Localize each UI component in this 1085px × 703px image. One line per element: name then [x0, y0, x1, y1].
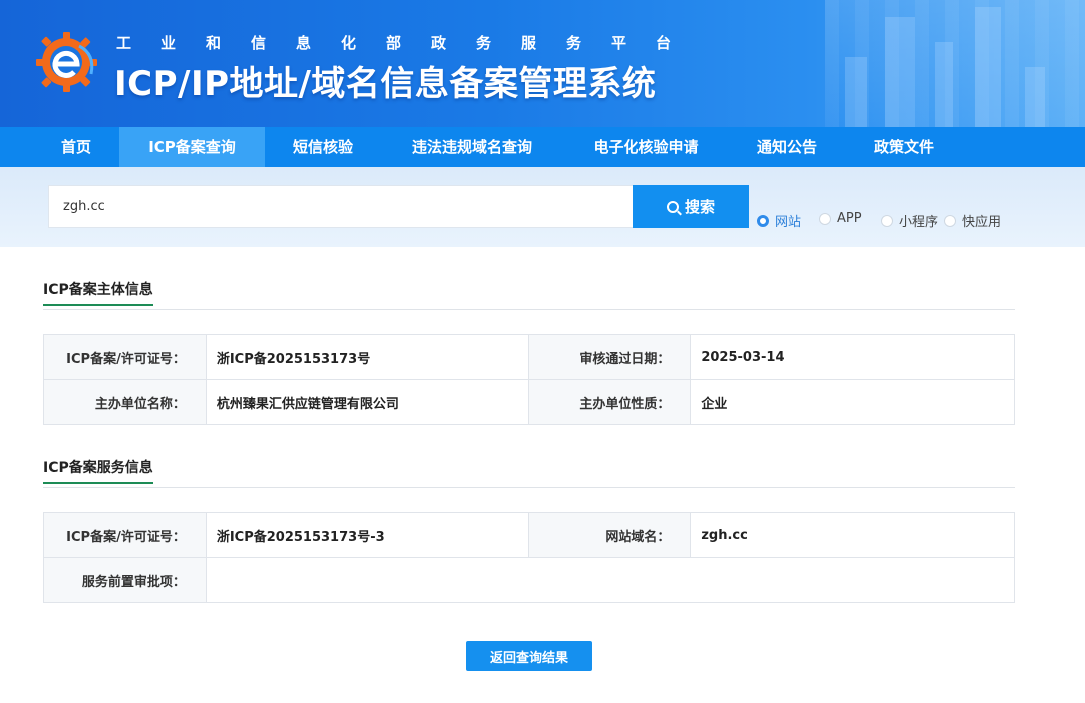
nav-item-sms-verify[interactable]: 短信核验 [290, 127, 356, 167]
search-button-label: 搜索 [684, 198, 715, 216]
subject-info-table: ICP备案/许可证号： 浙ICP备2025153173号 审核通过日期： 202… [43, 334, 1015, 425]
radio-label: 网站 [775, 215, 802, 230]
section-underline [43, 482, 153, 484]
radio-mini-program[interactable]: 小程序 [881, 211, 938, 230]
radio-label: APP [837, 211, 862, 226]
radio-label: 小程序 [899, 215, 939, 230]
site-header: 工业和信息化部政务服务平台 ICP/IP地址/域名信息备案管理系统 [0, 0, 1085, 127]
radio-dot-icon [757, 214, 769, 227]
radio-dot-icon [881, 214, 893, 227]
radio-dot-icon [944, 214, 956, 227]
field-value: zgh.cc [690, 512, 1015, 558]
header-title: ICP/IP地址/域名信息备案管理系统 [114, 64, 657, 104]
nav-item-home[interactable]: 首页 [60, 127, 92, 167]
field-value: 2025-03-14 [690, 334, 1015, 380]
table-row: 服务前置审批项： [43, 557, 1016, 603]
field-value: 浙ICP备2025153173号 [205, 334, 529, 380]
table-row: ICP备案/许可证号： 浙ICP备2025153173号-3 网站域名： zgh… [43, 512, 1015, 558]
radio-app[interactable]: APP [819, 211, 862, 226]
radio-label: 快应用 [962, 215, 1002, 230]
logo-icon [36, 32, 97, 92]
field-label: 服务前置审批项： [43, 557, 207, 603]
section-divider [43, 487, 1015, 488]
field-label: ICP备案/许可证号： [43, 334, 207, 380]
nav-item-announcements[interactable]: 通知公告 [754, 127, 820, 167]
radio-website[interactable]: 网站 [757, 211, 801, 230]
search-icon [666, 200, 679, 213]
table-row: ICP备案/许可证号： 浙ICP备2025153173号 审核通过日期： 202… [43, 334, 1015, 380]
field-label: 主办单位性质： [527, 379, 692, 425]
field-value: 企业 [690, 379, 1015, 425]
section-divider [43, 309, 1015, 310]
field-label: 主办单位名称： [43, 379, 207, 425]
table-row: 主办单位名称： 杭州臻果汇供应链管理有限公司 主办单位性质： 企业 [43, 379, 1015, 425]
section-title-service: ICP备案服务信息 [43, 457, 153, 484]
section-title-text: ICP备案主体信息 [43, 282, 153, 298]
field-label: ICP备案/许可证号： [43, 512, 207, 558]
radio-dot-icon [819, 212, 831, 225]
return-results-button[interactable]: 返回查询结果 [466, 641, 592, 671]
nav-item-electronic-verify[interactable]: 电子化核验申请 [589, 127, 703, 167]
search-button[interactable]: 搜索 [633, 185, 749, 228]
field-label: 网站域名： [527, 512, 692, 558]
nav-item-icp-query[interactable]: ICP备案查询 [119, 127, 265, 167]
nav-item-illegal-domain-query[interactable]: 违法违规域名查询 [407, 127, 537, 167]
service-info-table: ICP备案/许可证号： 浙ICP备2025153173号-3 网站域名： zgh… [43, 512, 1016, 603]
section-title-text: ICP备案服务信息 [43, 460, 153, 476]
field-value: 杭州臻果汇供应链管理有限公司 [205, 379, 529, 425]
section-underline [43, 304, 153, 306]
search-input[interactable]: zgh.cc [48, 185, 633, 228]
radio-quick-app[interactable]: 快应用 [944, 211, 1001, 230]
field-label: 审核通过日期： [527, 334, 692, 380]
header-decoration [825, 0, 1085, 127]
section-title-subject: ICP备案主体信息 [43, 279, 153, 306]
header-subtitle: 工业和信息化部政务服务平台 [116, 34, 702, 52]
search-bar: zgh.cc 搜索 网站 APP 小程序 快应用 [0, 167, 1085, 247]
nav-item-policy-docs[interactable]: 政策文件 [871, 127, 937, 167]
main-nav: 首页 ICP备案查询 短信核验 违法违规域名查询 电子化核验申请 通知公告 政策… [0, 127, 1085, 167]
field-value [205, 557, 1016, 603]
field-value: 浙ICP备2025153173号-3 [205, 512, 529, 558]
